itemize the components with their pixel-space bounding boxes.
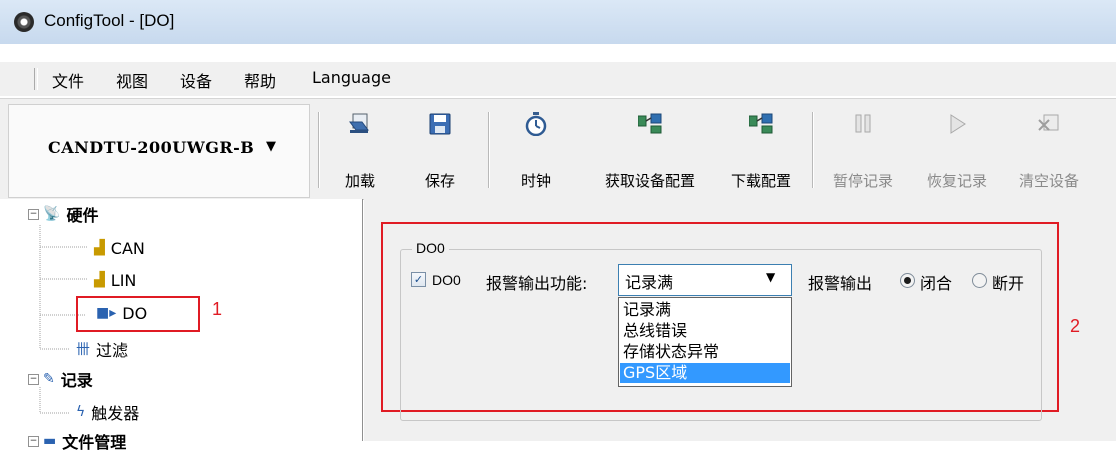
save-button[interactable]: 保存 [404,104,476,194]
device-name: CANDTU-200UWGR-B [48,138,255,157]
tree-label-hardware: 硬件 [66,206,99,225]
clock-button[interactable]: 时钟 [496,104,576,194]
resume-icon [950,114,966,134]
lin-icon: ▟ [94,272,105,288]
get-device-config-button[interactable]: 获取设备配置 [590,104,710,194]
get-device-config-label: 获取设备配置 [604,172,695,190]
radio-open-label: 断开 [992,274,1025,293]
option-bus-error[interactable]: 总线错误 [620,321,790,341]
clock-label: 时钟 [520,172,551,190]
resume-record-button[interactable]: 恢复记录 [912,104,1002,194]
menubar-grip [34,68,38,90]
download-config-button[interactable]: 下载配置 [712,104,810,194]
hardware-icon: 📡 [43,206,61,222]
pause-icon [855,114,871,133]
save-label: 保存 [424,172,455,190]
do0-checkbox[interactable]: ✓ [411,272,426,287]
chevron-down-icon[interactable]: ▼ [266,139,276,154]
radio-close[interactable] [900,273,915,288]
expand-icon[interactable]: − [28,435,39,447]
window-title: ConfigTool - [DO] [44,11,175,30]
download-config-label: 下载配置 [730,172,791,190]
app-icon [14,12,34,32]
tree-label-can: CAN [110,238,145,258]
radio-open[interactable] [972,273,987,288]
load-label: 加载 [344,172,375,190]
can-icon: ▟ [94,240,105,256]
alarm-output-label: 报警输出 [808,274,873,293]
tree-label-record: 记录 [60,371,93,390]
menu-view[interactable]: 视图 [116,68,148,92]
annotation-1: 1 [212,299,223,319]
pause-record-button[interactable]: 暂停记录 [818,104,908,194]
tree-label-filter: 过滤 [96,341,129,360]
tree-label-trigger: 触发器 [91,404,140,423]
tree-item-file-management[interactable]: − ▬ 文件管理 [28,429,126,453]
tree-item-filter[interactable]: 卌 过滤 [76,337,128,361]
filter-icon: 卌 [76,342,90,358]
tree-label-file-management: 文件管理 [62,433,127,452]
tree-item-do[interactable]: ■▸ DO [96,301,147,325]
annotation-2: 2 [1070,316,1081,336]
lightning-icon: ϟ [76,404,86,420]
do-icon: ■▸ [96,305,117,321]
tree-label-lin: LIN [110,270,137,290]
menu-help[interactable]: 帮助 [244,68,276,92]
do0-group-title: DO0 [412,240,449,256]
clear-icon [1038,114,1059,131]
menu-file[interactable]: 文件 [52,68,84,92]
tree-label-do: DO [122,303,148,323]
tree-item-hardware[interactable]: − 📡 硬件 [28,202,98,226]
tree-item-lin[interactable]: ▟ LIN [94,268,136,292]
get-config-icon [638,113,662,134]
toolbar-separator [812,112,814,188]
do0-checkbox-label: DO0 [432,272,461,288]
alarm-function-label: 报警输出功能: [486,274,588,293]
save-icon [429,113,451,135]
load-button[interactable]: 加载 [324,104,396,194]
option-record-full[interactable]: 记录满 [620,300,790,320]
tree-item-trigger[interactable]: ϟ 触发器 [76,400,139,424]
pause-record-label: 暂停记录 [832,172,893,190]
load-icon [349,113,369,133]
menu-bar [0,62,1116,96]
tree-item-record[interactable]: − ✎ 记录 [28,367,93,391]
chevron-down-icon[interactable]: ▼ [766,270,775,284]
tree-item-can[interactable]: ▟ CAN [94,236,145,260]
menu-language[interactable]: Language [312,68,391,87]
config-tree: − 📡 硬件 ▟ CAN ▟ LIN ■▸ DO 1 卌 过滤 − ✎ 记录 ϟ… [0,199,363,452]
pencil-icon: ✎ [43,371,55,387]
clear-device-button[interactable]: 清空设备 [1004,104,1094,194]
folder-icon: ▬ [43,433,57,449]
clear-device-label: 清空设备 [1018,172,1079,190]
option-gps-area[interactable]: GPS区域 [620,363,790,383]
collapse-icon[interactable]: − [28,208,39,220]
toolbar-separator [318,112,320,188]
option-storage-abnormal[interactable]: 存储状态异常 [620,342,790,362]
clock-icon [525,112,547,136]
menu-device[interactable]: 设备 [180,68,212,92]
alarm-function-dropdown: 记录满 总线错误 存储状态异常 GPS区域 [618,297,792,387]
collapse-icon[interactable]: − [28,373,39,385]
download-config-icon [749,113,773,134]
resume-record-label: 恢复记录 [926,172,987,190]
alarm-function-value: 记录满 [625,273,674,292]
radio-close-label: 闭合 [920,274,953,293]
toolbar-separator [488,112,490,188]
